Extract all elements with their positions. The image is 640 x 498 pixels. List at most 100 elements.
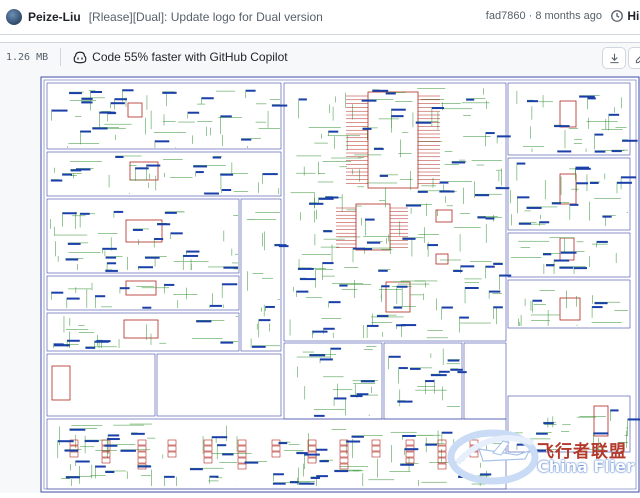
net-label [210,476,219,478]
net-label [312,331,327,333]
edit-button[interactable] [628,47,640,69]
header-pin [372,440,380,445]
net-label [171,232,183,234]
net-label [459,317,468,319]
net-label [66,476,80,478]
commit-time: 8 months ago [535,10,602,22]
net-label [51,292,63,294]
net-label [386,92,396,94]
net-label [314,415,324,417]
net-label [493,306,502,308]
net-label [120,287,130,289]
net-label [594,302,607,304]
net-label [461,265,475,267]
net-label [217,444,226,446]
net-label [299,98,307,100]
net-label [576,182,588,184]
block-motor-2 [508,158,630,230]
net-label [273,473,284,475]
net-label [212,436,227,438]
commit-hash[interactable]: fad7860 [486,10,526,22]
net-label [279,245,289,247]
history-button[interactable]: His [606,6,640,26]
header-pin [138,452,146,457]
copilot-link[interactable]: Code 55% faster with GitHub Copilot [73,50,287,64]
net-label [367,325,378,327]
net-label [339,285,347,287]
download-button[interactable] [602,47,626,69]
net-label [319,460,328,462]
net-label [402,238,415,240]
net-label [102,248,116,250]
header-pin [102,452,110,457]
pencil-icon [635,53,640,64]
net-label [145,257,160,259]
commit-author[interactable]: Peize-Liu [28,10,81,24]
net-label [475,194,489,196]
net-label [188,112,199,114]
net-label [378,270,388,272]
net-label [265,306,274,308]
net-label [546,264,554,266]
net-label [346,441,360,443]
header-pin [238,440,246,445]
net-label [334,470,348,472]
net-label [406,205,421,207]
net-label [401,324,416,326]
net-label [241,139,251,141]
watermark-en: China Flier [537,457,634,476]
commit-message[interactable]: [Rlease][Dual]: Update logo for Dual ver… [89,10,323,24]
watermark: 飞行者联盟 China Flier [443,413,640,493]
header-pin [138,440,146,445]
net-label [319,198,334,200]
net-label [52,110,68,112]
net-label [393,307,402,309]
net-label [62,174,72,176]
net-label [54,343,64,345]
net-label [58,440,74,442]
net-label [296,291,308,293]
net-label [377,315,389,317]
net-label [499,275,511,277]
file-toolbar: 1.26 MB Code 55% faster with GitHub Copi… [0,42,640,72]
net-label [193,165,207,167]
net-label [165,212,177,214]
net-label [220,342,233,344]
net-label [595,134,604,136]
net-label [133,229,143,231]
header-pin [406,452,414,457]
net-label [146,165,160,167]
net-label [196,171,204,173]
net-label [222,189,231,191]
net-label [223,267,238,269]
net-label [67,340,80,342]
avatar[interactable] [6,9,22,25]
net-label [81,98,92,100]
net-label [298,268,314,270]
header-pin [340,452,348,457]
net-label [204,193,219,195]
net-label [105,270,118,272]
header-pin [272,446,280,451]
net-label [142,307,151,309]
net-label [334,397,346,399]
header-pin [102,458,110,463]
net-label [157,223,170,225]
header-pin [238,452,246,457]
net-label [300,278,316,280]
net-label [115,98,127,100]
net-label [108,112,116,114]
header-pin [238,446,246,451]
header-pin [372,446,380,451]
net-label [425,380,434,382]
header-pin [308,458,316,463]
net-label [588,97,596,99]
net-label [309,203,323,205]
net-label [405,448,419,450]
net-label [95,466,106,468]
block-led [464,343,506,419]
net-label [114,211,123,213]
header-pin [308,440,316,445]
net-label [448,360,460,362]
net-label [397,401,412,403]
